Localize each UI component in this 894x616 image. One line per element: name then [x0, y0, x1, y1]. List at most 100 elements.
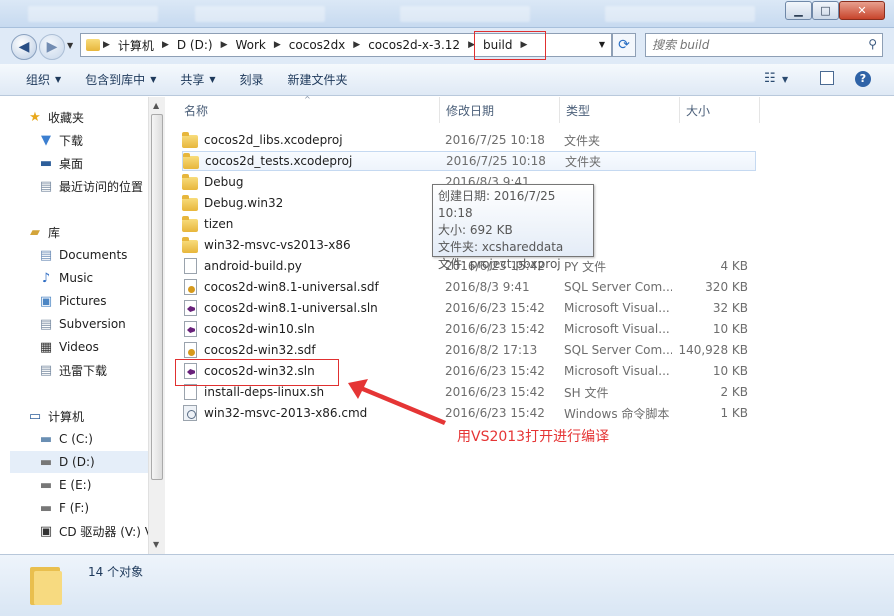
- file-row[interactable]: cocos2d-win32.sdf 2016/8/2 17:13 SQL Serve…: [182, 340, 756, 360]
- sidebar-label: CD 驱动器 (V:) V: [59, 524, 148, 539]
- file-size: 1 KB: [720, 406, 748, 420]
- arrow-left-icon: ◀: [18, 39, 30, 55]
- breadcrumb-cocos2d-x[interactable]: cocos2d-x-3.12: [363, 38, 465, 52]
- maximize-button[interactable]: □: [812, 1, 839, 20]
- file-name-cell[interactable]: android-build.py: [182, 258, 440, 274]
- file-name: cocos2d-win8.1-universal.sln: [204, 301, 378, 315]
- sidebar-scrollbar[interactable]: ▲ ▼: [148, 97, 165, 554]
- view-options-dropdown[interactable]: ▼: [782, 75, 788, 84]
- minimize-button[interactable]: ▁: [785, 1, 812, 20]
- breadcrumb-separator[interactable]: ▶: [218, 40, 231, 50]
- breadcrumb-separator[interactable]: ▶: [159, 40, 172, 50]
- share-menu[interactable]: 共享 ▼: [168, 71, 227, 88]
- file-row[interactable]: cocos2d-win10.sln 2016/6/23 15:42 Microsof…: [182, 319, 756, 339]
- sidebar-libraries[interactable]: ▰ 库: [26, 221, 148, 243]
- sidebar-computer[interactable]: ▭ 计算机: [26, 405, 148, 427]
- sidebar-item-music[interactable]: ♪ Music: [37, 267, 148, 289]
- breadcrumb-drive-d[interactable]: D (D:): [172, 38, 218, 52]
- breadcrumb-separator[interactable]: ▶: [100, 40, 113, 50]
- sidebar-item-drive-d[interactable]: ▬ D (D:): [10, 451, 148, 473]
- file-row[interactable]: cocos2d_libs.xcodeproj 2016/7/25 10:18 文件夹: [182, 130, 756, 150]
- file-name-cell[interactable]: cocos2d-win8.1-universal.sln: [182, 300, 440, 316]
- file-name-cell[interactable]: cocos2d-win10.sln: [182, 321, 440, 337]
- file-name-cell[interactable]: Debug.win32: [182, 194, 440, 211]
- download-folder-icon: ▼: [41, 132, 51, 148]
- file-name-cell[interactable]: Debug: [182, 173, 440, 190]
- breadcrumb-separator[interactable]: ▶: [350, 40, 363, 50]
- sidebar-item-videos[interactable]: ▦ Videos: [37, 336, 148, 358]
- sidebar-item-pictures[interactable]: ▣ Pictures: [37, 290, 148, 312]
- search-input[interactable]: [652, 38, 852, 52]
- sidebar-label: Documents: [59, 248, 128, 262]
- file-size: 320 KB: [705, 280, 748, 294]
- file-name-cell[interactable]: cocos2d_libs.xcodeproj: [182, 131, 440, 148]
- address-bar[interactable]: ▶ 计算机 ▶ D (D:) ▶ Work ▶ cocos2dx ▶ cocos…: [80, 31, 612, 60]
- address-history-dropdown[interactable]: ▼: [599, 40, 605, 49]
- sidebar-favorites[interactable]: ★ 收藏夹: [26, 106, 148, 128]
- breadcrumb-work[interactable]: Work: [230, 38, 270, 52]
- scroll-down-icon[interactable]: ▼: [153, 540, 159, 549]
- sidebar-item-documents[interactable]: ▤ Documents: [37, 244, 148, 266]
- file-date: 2016/8/2 17:13: [445, 343, 538, 357]
- file-name-cell[interactable]: cocos2d-win8.1-universal.sdf: [182, 279, 440, 295]
- forward-button[interactable]: ▶: [39, 34, 65, 60]
- column-name[interactable]: 名称 ^: [166, 95, 440, 123]
- include-in-library-label: 包含到库中: [85, 73, 146, 87]
- column-type[interactable]: 类型: [560, 97, 680, 123]
- search-icon[interactable]: ⚲: [868, 37, 877, 51]
- file-name: cocos2d-win32.sdf: [204, 343, 316, 357]
- close-button[interactable]: ✕: [839, 1, 885, 20]
- file-name: install-deps-linux.sh: [204, 385, 325, 399]
- preview-pane-icon[interactable]: [820, 71, 834, 85]
- organize-menu[interactable]: 组织 ▼: [0, 71, 73, 88]
- breadcrumb-computer[interactable]: 计算机: [113, 37, 159, 54]
- new-folder-button[interactable]: 新建文件夹: [276, 71, 360, 88]
- sidebar-item-drive-c[interactable]: ▬ C (C:): [37, 428, 148, 450]
- column-size[interactable]: 大小: [680, 97, 760, 123]
- file-tooltip: 创建日期: 2016/7/25 10:18 大小: 692 KB 文件夹: xc…: [432, 184, 594, 271]
- file-name: android-build.py: [204, 259, 302, 273]
- recent-pages-dropdown[interactable]: ▼: [67, 41, 73, 50]
- sidebar-item-downloads[interactable]: ▼ 下载: [37, 129, 148, 151]
- file-name-cell[interactable]: win32-msvc-vs2013-x86: [182, 236, 440, 253]
- taskbar-ghost-tab: [28, 6, 158, 22]
- help-icon[interactable]: ?: [855, 71, 871, 87]
- sidebar-item-desktop[interactable]: ▬ 桌面: [37, 152, 148, 174]
- breadcrumb-separator[interactable]: ▶: [271, 40, 284, 50]
- search-box[interactable]: ⚲: [645, 33, 883, 57]
- sort-ascending-icon: ^: [304, 95, 311, 104]
- scrollbar-thumb[interactable]: [151, 114, 163, 480]
- arrow-shape: [348, 379, 446, 425]
- column-date[interactable]: 修改日期: [440, 97, 560, 123]
- drive-icon: ▬: [39, 500, 53, 516]
- back-button[interactable]: ◀: [11, 34, 37, 60]
- sidebar-item-subversion[interactable]: ▤ Subversion: [37, 313, 148, 335]
- file-name: Debug: [204, 175, 244, 189]
- file-size: 10 KB: [712, 322, 748, 336]
- sidebar-item-drive-e[interactable]: ▬ E (E:): [37, 474, 148, 496]
- burn-button[interactable]: 刻录: [228, 71, 276, 88]
- drive-icon: ▬: [39, 454, 53, 470]
- sidebar-item-recent[interactable]: ▤ 最近访问的位置: [37, 175, 148, 197]
- organize-label: 组织: [26, 73, 51, 87]
- view-options-icon[interactable]: ☷: [764, 71, 776, 86]
- breadcrumb-cocos2dx[interactable]: cocos2dx: [284, 38, 350, 52]
- file-date: 2016/7/25 10:18: [446, 154, 546, 168]
- file-date: 2016/6/23 15:42: [445, 364, 545, 378]
- file-name-cell[interactable]: cocos2d_tests.xcodeproj: [183, 152, 441, 169]
- file-name-cell[interactable]: tizen: [182, 215, 440, 232]
- scroll-up-icon[interactable]: ▲: [153, 101, 159, 110]
- sidebar-item-xunlei[interactable]: ▤ 迅雷下载: [37, 359, 148, 381]
- refresh-button[interactable]: ⟳: [612, 33, 636, 57]
- file-name-cell[interactable]: cocos2d-win32.sdf: [182, 342, 440, 358]
- file-row[interactable]: cocos2d-win8.1-universal.sln 2016/6/23 15…: [182, 298, 756, 318]
- title-bar: ▁ □ ✕: [0, 0, 894, 28]
- file-name: Debug.win32: [204, 196, 284, 210]
- file-row[interactable]: cocos2d-win8.1-universal.sdf 2016/8/3 9:4…: [182, 277, 756, 297]
- sidebar-item-cd-drive[interactable]: ▣ CD 驱动器 (V:) V: [37, 520, 148, 542]
- file-row[interactable]: win32-msvc-2013-x86.cmd 2016/6/23 15:42 Wi…: [182, 403, 756, 423]
- file-row[interactable]: cocos2d_tests.xcodeproj 2016/7/25 10:18 文件…: [182, 151, 756, 171]
- sql-database-icon: [184, 279, 197, 295]
- include-in-library-menu[interactable]: 包含到库中 ▼: [73, 71, 168, 88]
- sidebar-item-drive-f[interactable]: ▬ F (F:): [37, 497, 148, 519]
